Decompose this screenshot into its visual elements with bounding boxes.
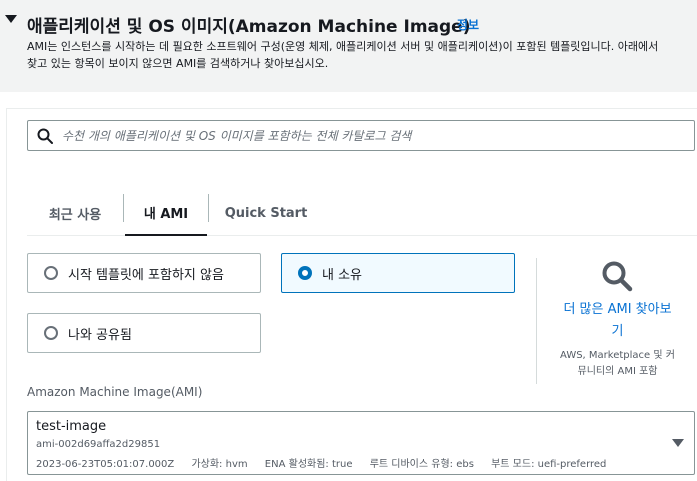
- option-label: 시작 템플릿에 포함하지 않음: [68, 267, 224, 283]
- link-line-2[interactable]: 기: [550, 321, 685, 343]
- browse-more-amis-link[interactable]: 더 많은 AMI 찾아보 기: [550, 299, 685, 343]
- tab-divider: [208, 194, 209, 222]
- catalog-search: [27, 120, 695, 151]
- info-link[interactable]: 정보: [457, 16, 479, 33]
- option-label: 내 소유: [322, 267, 363, 283]
- description-line-2: 찾고 있는 항목이 보이지 않으면 AMI를 검색하거나 찾아보십시오.: [27, 57, 329, 70]
- ami-field-label: Amazon Machine Image(AMI): [27, 385, 203, 399]
- browse-more-description: AWS, Marketplace 및 커 뮤니티의 AMI 포함: [545, 348, 690, 380]
- option-owned-by-me[interactable]: 내 소유: [281, 253, 515, 293]
- ami-tabs: 최근 사용 내 AMI Quick Start: [27, 190, 697, 236]
- tab-recent[interactable]: 최근 사용: [27, 190, 123, 236]
- search-input[interactable]: [62, 121, 682, 150]
- ami-ena: ENA 활성화됨: true: [264, 459, 353, 470]
- vertical-divider: [536, 258, 537, 384]
- ami-virtualization: 가상화: hvm: [191, 459, 248, 470]
- option-shared-with-me[interactable]: 나와 공유됨: [27, 313, 261, 353]
- section-description: AMI는 인스턴스를 시작하는 데 필요한 소프트웨어 구성(운영 체제, 애플…: [27, 38, 697, 72]
- collapse-caret-icon[interactable]: [5, 15, 17, 23]
- ami-dropdown[interactable]: test-image ami-002d69affa2d29851 2023-06…: [27, 411, 695, 475]
- tab-divider: [123, 194, 124, 222]
- search-icon[interactable]: [601, 260, 633, 292]
- option-label: 나와 공유됨: [68, 327, 132, 343]
- ami-boot-mode: 부트 모드: uefi-preferred: [491, 459, 607, 470]
- ami-id: ami-002d69affa2d29851: [36, 439, 161, 450]
- dropdown-caret-icon[interactable]: [672, 439, 684, 447]
- ami-name: test-image: [36, 419, 107, 434]
- tab-quick-start[interactable]: Quick Start: [210, 190, 322, 236]
- description-line-1: AMI는 인스턴스를 시작하는 데 필요한 소프트웨어 구성(운영 체제, 애플…: [27, 40, 659, 53]
- ami-root-device: 루트 디바이스 유형: ebs: [369, 459, 474, 470]
- section-header: 애플리케이션 및 OS 이미지(Amazon Machine Image) 정보…: [0, 0, 697, 92]
- description-line-2: 뮤니티의 AMI 포함: [577, 366, 658, 377]
- ami-created-date: 2023-06-23T05:01:07.000Z: [36, 459, 175, 470]
- section-title: 애플리케이션 및 OS 이미지(Amazon Machine Image): [27, 17, 471, 37]
- link-line-1[interactable]: 더 많은 AMI 찾아보: [550, 299, 685, 321]
- tab-my-ami[interactable]: 내 AMI: [125, 190, 207, 236]
- radio-unchecked-icon: [44, 266, 58, 280]
- description-line-1: AWS, Marketplace 및 커: [560, 350, 675, 361]
- ami-metadata: 2023-06-23T05:01:07.000Z 가상화: hvm ENA 활성…: [36, 455, 620, 470]
- radio-checked-icon: [298, 266, 312, 280]
- search-icon: [37, 128, 53, 144]
- option-launch-template[interactable]: 시작 템플릿에 포함하지 않음: [27, 253, 261, 293]
- radio-unchecked-icon: [44, 326, 58, 340]
